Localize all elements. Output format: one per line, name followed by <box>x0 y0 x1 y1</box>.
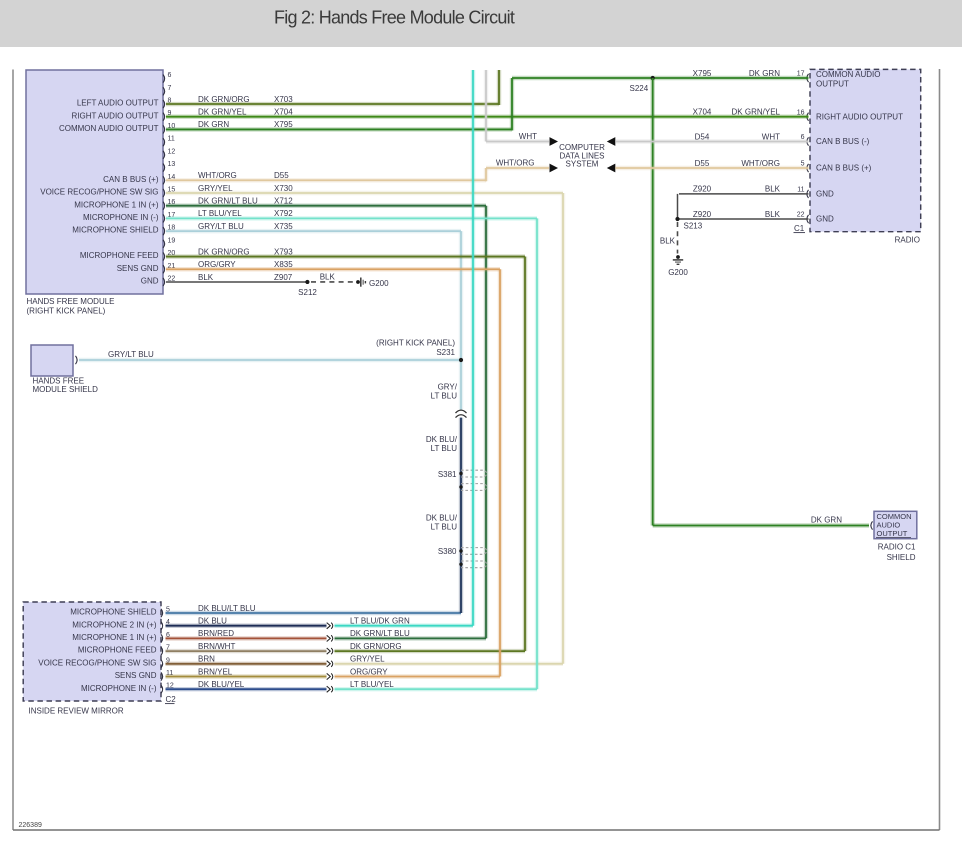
svg-text:SHIELD: SHIELD <box>887 553 916 562</box>
svg-text:7: 7 <box>168 85 172 92</box>
svg-text:CAN B BUS (+): CAN B BUS (+) <box>816 164 872 173</box>
svg-text:GND: GND <box>141 277 159 286</box>
svg-text:MICROPHONE IN (-): MICROPHONE IN (-) <box>81 684 157 693</box>
svg-text:S381: S381 <box>438 470 457 479</box>
svg-text:RIGHT AUDIO OUTPUT: RIGHT AUDIO OUTPUT <box>72 111 159 120</box>
svg-text:LT BLU: LT BLU <box>431 523 458 532</box>
svg-text:22: 22 <box>797 212 805 219</box>
svg-text:MICROPHONE FEED: MICROPHONE FEED <box>80 251 159 260</box>
svg-text:Z920: Z920 <box>693 185 712 194</box>
svg-text:LT BLU: LT BLU <box>431 444 458 453</box>
svg-text:VOICE RECOG/PHONE SW SIG: VOICE RECOG/PHONE SW SIG <box>38 658 156 667</box>
svg-text:MICROPHONE IN (-): MICROPHONE IN (-) <box>83 213 159 222</box>
svg-text:COMMON AUDIO OUTPUT: COMMON AUDIO OUTPUT <box>59 124 159 133</box>
svg-text:RADIO: RADIO <box>895 235 920 244</box>
svg-text:SENS GND: SENS GND <box>115 671 157 680</box>
svg-text:11: 11 <box>797 187 804 194</box>
svg-text:MICROPHONE SHIELD: MICROPHONE SHIELD <box>70 608 156 617</box>
svg-text:Z907: Z907 <box>274 273 293 282</box>
svg-text:MICROPHONE 1 IN (+): MICROPHONE 1 IN (+) <box>72 633 157 642</box>
svg-text:GRY/: GRY/ <box>438 383 458 392</box>
svg-text:(RIGHT KICK PANEL): (RIGHT KICK PANEL) <box>27 307 106 316</box>
svg-text:226389: 226389 <box>19 822 42 829</box>
svg-text:G200: G200 <box>369 279 389 288</box>
svg-text:DK BLU/: DK BLU/ <box>426 435 458 444</box>
svg-text:GRY/LT BLU: GRY/LT BLU <box>108 350 154 359</box>
svg-text:19: 19 <box>168 237 176 244</box>
svg-text:HANDS FREE MODULE: HANDS FREE MODULE <box>27 297 115 306</box>
svg-text:MICROPHONE SHIELD: MICROPHONE SHIELD <box>72 226 158 235</box>
svg-text:12: 12 <box>168 148 176 155</box>
svg-text:RADIO C1: RADIO C1 <box>878 543 916 552</box>
svg-text:S380: S380 <box>438 547 457 556</box>
svg-text:S212: S212 <box>298 288 317 297</box>
svg-text:C1: C1 <box>794 224 805 233</box>
svg-text:CAN B BUS (+): CAN B BUS (+) <box>103 175 159 184</box>
svg-text:LEFT AUDIO OUTPUT: LEFT AUDIO OUTPUT <box>77 99 159 108</box>
svg-text:DK GRN: DK GRN <box>811 516 842 525</box>
svg-text:BLK: BLK <box>765 210 781 219</box>
svg-text:BLK: BLK <box>320 272 336 281</box>
svg-text:SENS GND: SENS GND <box>117 264 159 273</box>
svg-text:BLK: BLK <box>660 237 676 246</box>
svg-text:MODULE SHIELD: MODULE SHIELD <box>33 385 99 394</box>
svg-text:CAN B BUS (-): CAN B BUS (-) <box>816 137 870 146</box>
svg-text:S213: S213 <box>684 222 703 231</box>
svg-text:Fig 2: Hands Free Module Circu: Fig 2: Hands Free Module Circuit <box>274 8 515 28</box>
svg-text:MICROPHONE FEED: MICROPHONE FEED <box>78 646 157 655</box>
svg-text:COMMON AUDIO: COMMON AUDIO <box>816 70 880 79</box>
svg-text:OUTPUT: OUTPUT <box>816 80 849 89</box>
svg-text:VOICE RECOG/PHONE SW SIG: VOICE RECOG/PHONE SW SIG <box>40 188 158 197</box>
svg-text:OUTPUT: OUTPUT <box>877 529 908 538</box>
svg-text:DK BLU/: DK BLU/ <box>426 514 458 523</box>
svg-text:INSIDE REVIEW MIRROR: INSIDE REVIEW MIRROR <box>29 707 124 716</box>
svg-text:MICROPHONE 2 IN (+): MICROPHONE 2 IN (+) <box>72 620 157 629</box>
svg-text:11: 11 <box>168 136 175 143</box>
svg-text:RIGHT AUDIO OUTPUT: RIGHT AUDIO OUTPUT <box>816 112 903 121</box>
svg-text:Z920: Z920 <box>693 210 712 219</box>
svg-text:G200: G200 <box>668 268 688 277</box>
svg-text:C2: C2 <box>166 695 177 704</box>
svg-text:LT BLU: LT BLU <box>431 392 458 401</box>
svg-text:WHT/ORG: WHT/ORG <box>496 158 535 167</box>
svg-text:MICROPHONE 1 IN (+): MICROPHONE 1 IN (+) <box>74 200 159 209</box>
svg-text:BLK: BLK <box>198 273 214 282</box>
svg-text:(RIGHT KICK PANEL): (RIGHT KICK PANEL) <box>376 339 455 348</box>
svg-text:S224: S224 <box>630 84 649 93</box>
svg-text:GND: GND <box>816 215 834 224</box>
svg-text:GND: GND <box>816 190 834 199</box>
svg-text:SYSTEM: SYSTEM <box>566 160 599 169</box>
svg-text:WHT: WHT <box>519 132 537 141</box>
svg-text:13: 13 <box>168 161 176 168</box>
svg-text:S231: S231 <box>436 348 455 357</box>
svg-text:BLK: BLK <box>765 185 781 194</box>
svg-text:6: 6 <box>168 72 172 79</box>
